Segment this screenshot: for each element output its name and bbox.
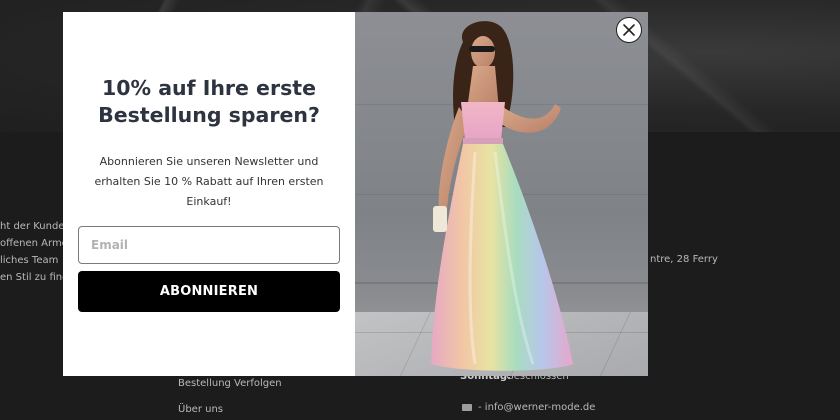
close-icon [623,24,635,36]
popup-subtext: Abonnieren Sie unseren Newsletter und er… [94,155,324,208]
newsletter-popup: 10% auf Ihre erste Bestellung sparen? Ab… [63,12,648,376]
close-button[interactable] [616,17,642,43]
popup-content: 10% auf Ihre erste Bestellung sparen? Ab… [63,12,355,376]
subscribe-button[interactable]: ABONNIEREN [78,271,340,312]
model-figure [431,21,573,371]
popup-headline: 10% auf Ihre erste Bestellung sparen? [98,76,320,127]
popup-image [355,12,648,376]
email-field[interactable] [78,226,340,264]
